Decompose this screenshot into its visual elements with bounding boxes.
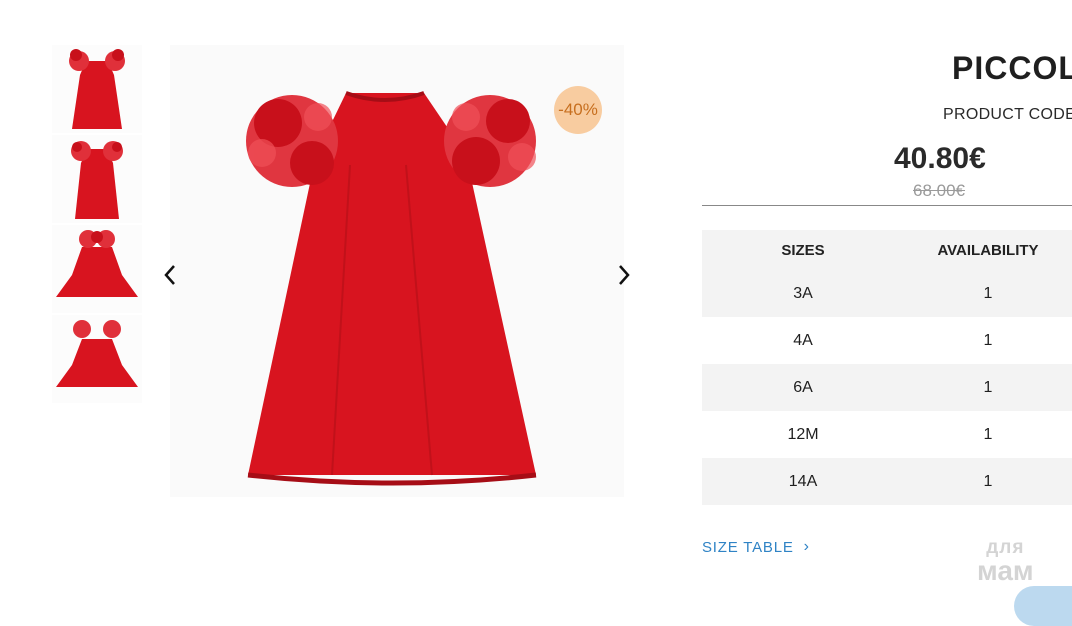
table-row[interactable]: 3A 1 (702, 270, 1072, 317)
thumbnail-back[interactable] (52, 135, 142, 223)
watermark-logo: для мам (977, 538, 1034, 585)
red-dress-flat-back-thumbnail (56, 320, 138, 387)
availability-cell: 1 (983, 284, 993, 302)
table-header-row: SIZES AVAILABILITY (702, 230, 1072, 270)
chat-button[interactable] (1014, 586, 1072, 626)
availability-column-header: AVAILABILITY (937, 241, 1039, 259)
red-dress-flat-thumbnail (56, 230, 138, 297)
thumbnail-front[interactable] (52, 45, 142, 133)
size-table-label: SIZE TABLE (702, 538, 794, 556)
red-dress-front-thumbnail (69, 49, 125, 129)
availability-cell: 1 (983, 425, 993, 443)
size-cell: 14A (788, 472, 818, 490)
availability-cell: 1 (983, 331, 993, 349)
table-row[interactable]: 14A 1 (702, 458, 1072, 505)
thumbnail-flat-back[interactable] (52, 315, 142, 403)
chevron-right-icon (619, 265, 630, 285)
size-cell: 6A (793, 378, 813, 396)
size-cell: 12M (787, 425, 819, 443)
table-row[interactable]: 4A 1 (702, 317, 1072, 364)
chevron-left-icon (164, 265, 175, 285)
sizes-table: SIZES AVAILABILITY 3A 1 4A 1 6A 1 12M 1 … (702, 230, 1072, 505)
discount-badge: -40% (554, 86, 602, 134)
availability-cell: 1 (983, 378, 993, 396)
red-dress-back-thumbnail (71, 141, 123, 219)
availability-cell: 1 (983, 472, 993, 490)
size-table-link[interactable]: SIZE TABLE › (702, 538, 810, 556)
thumbnail-list (52, 45, 142, 405)
chevron-right-icon: › (803, 538, 810, 555)
current-price: 40.80€ (894, 142, 986, 175)
gallery-next-button[interactable] (614, 262, 634, 288)
size-cell: 3A (793, 284, 813, 302)
product-title: PICCOLA (952, 50, 1072, 86)
sizes-column-header: SIZES (781, 241, 825, 259)
gallery-prev-button[interactable] (160, 262, 180, 288)
table-row[interactable]: 6A 1 (702, 364, 1072, 411)
thumbnail-flat[interactable] (52, 225, 142, 313)
table-row[interactable]: 12M 1 (702, 411, 1072, 458)
size-cell: 4A (793, 331, 813, 349)
price-divider (702, 205, 1072, 206)
old-price: 68.00€ (913, 181, 965, 200)
watermark-line-2: мам (977, 555, 1034, 586)
product-code-label: PRODUCT CODE: (943, 106, 1072, 123)
